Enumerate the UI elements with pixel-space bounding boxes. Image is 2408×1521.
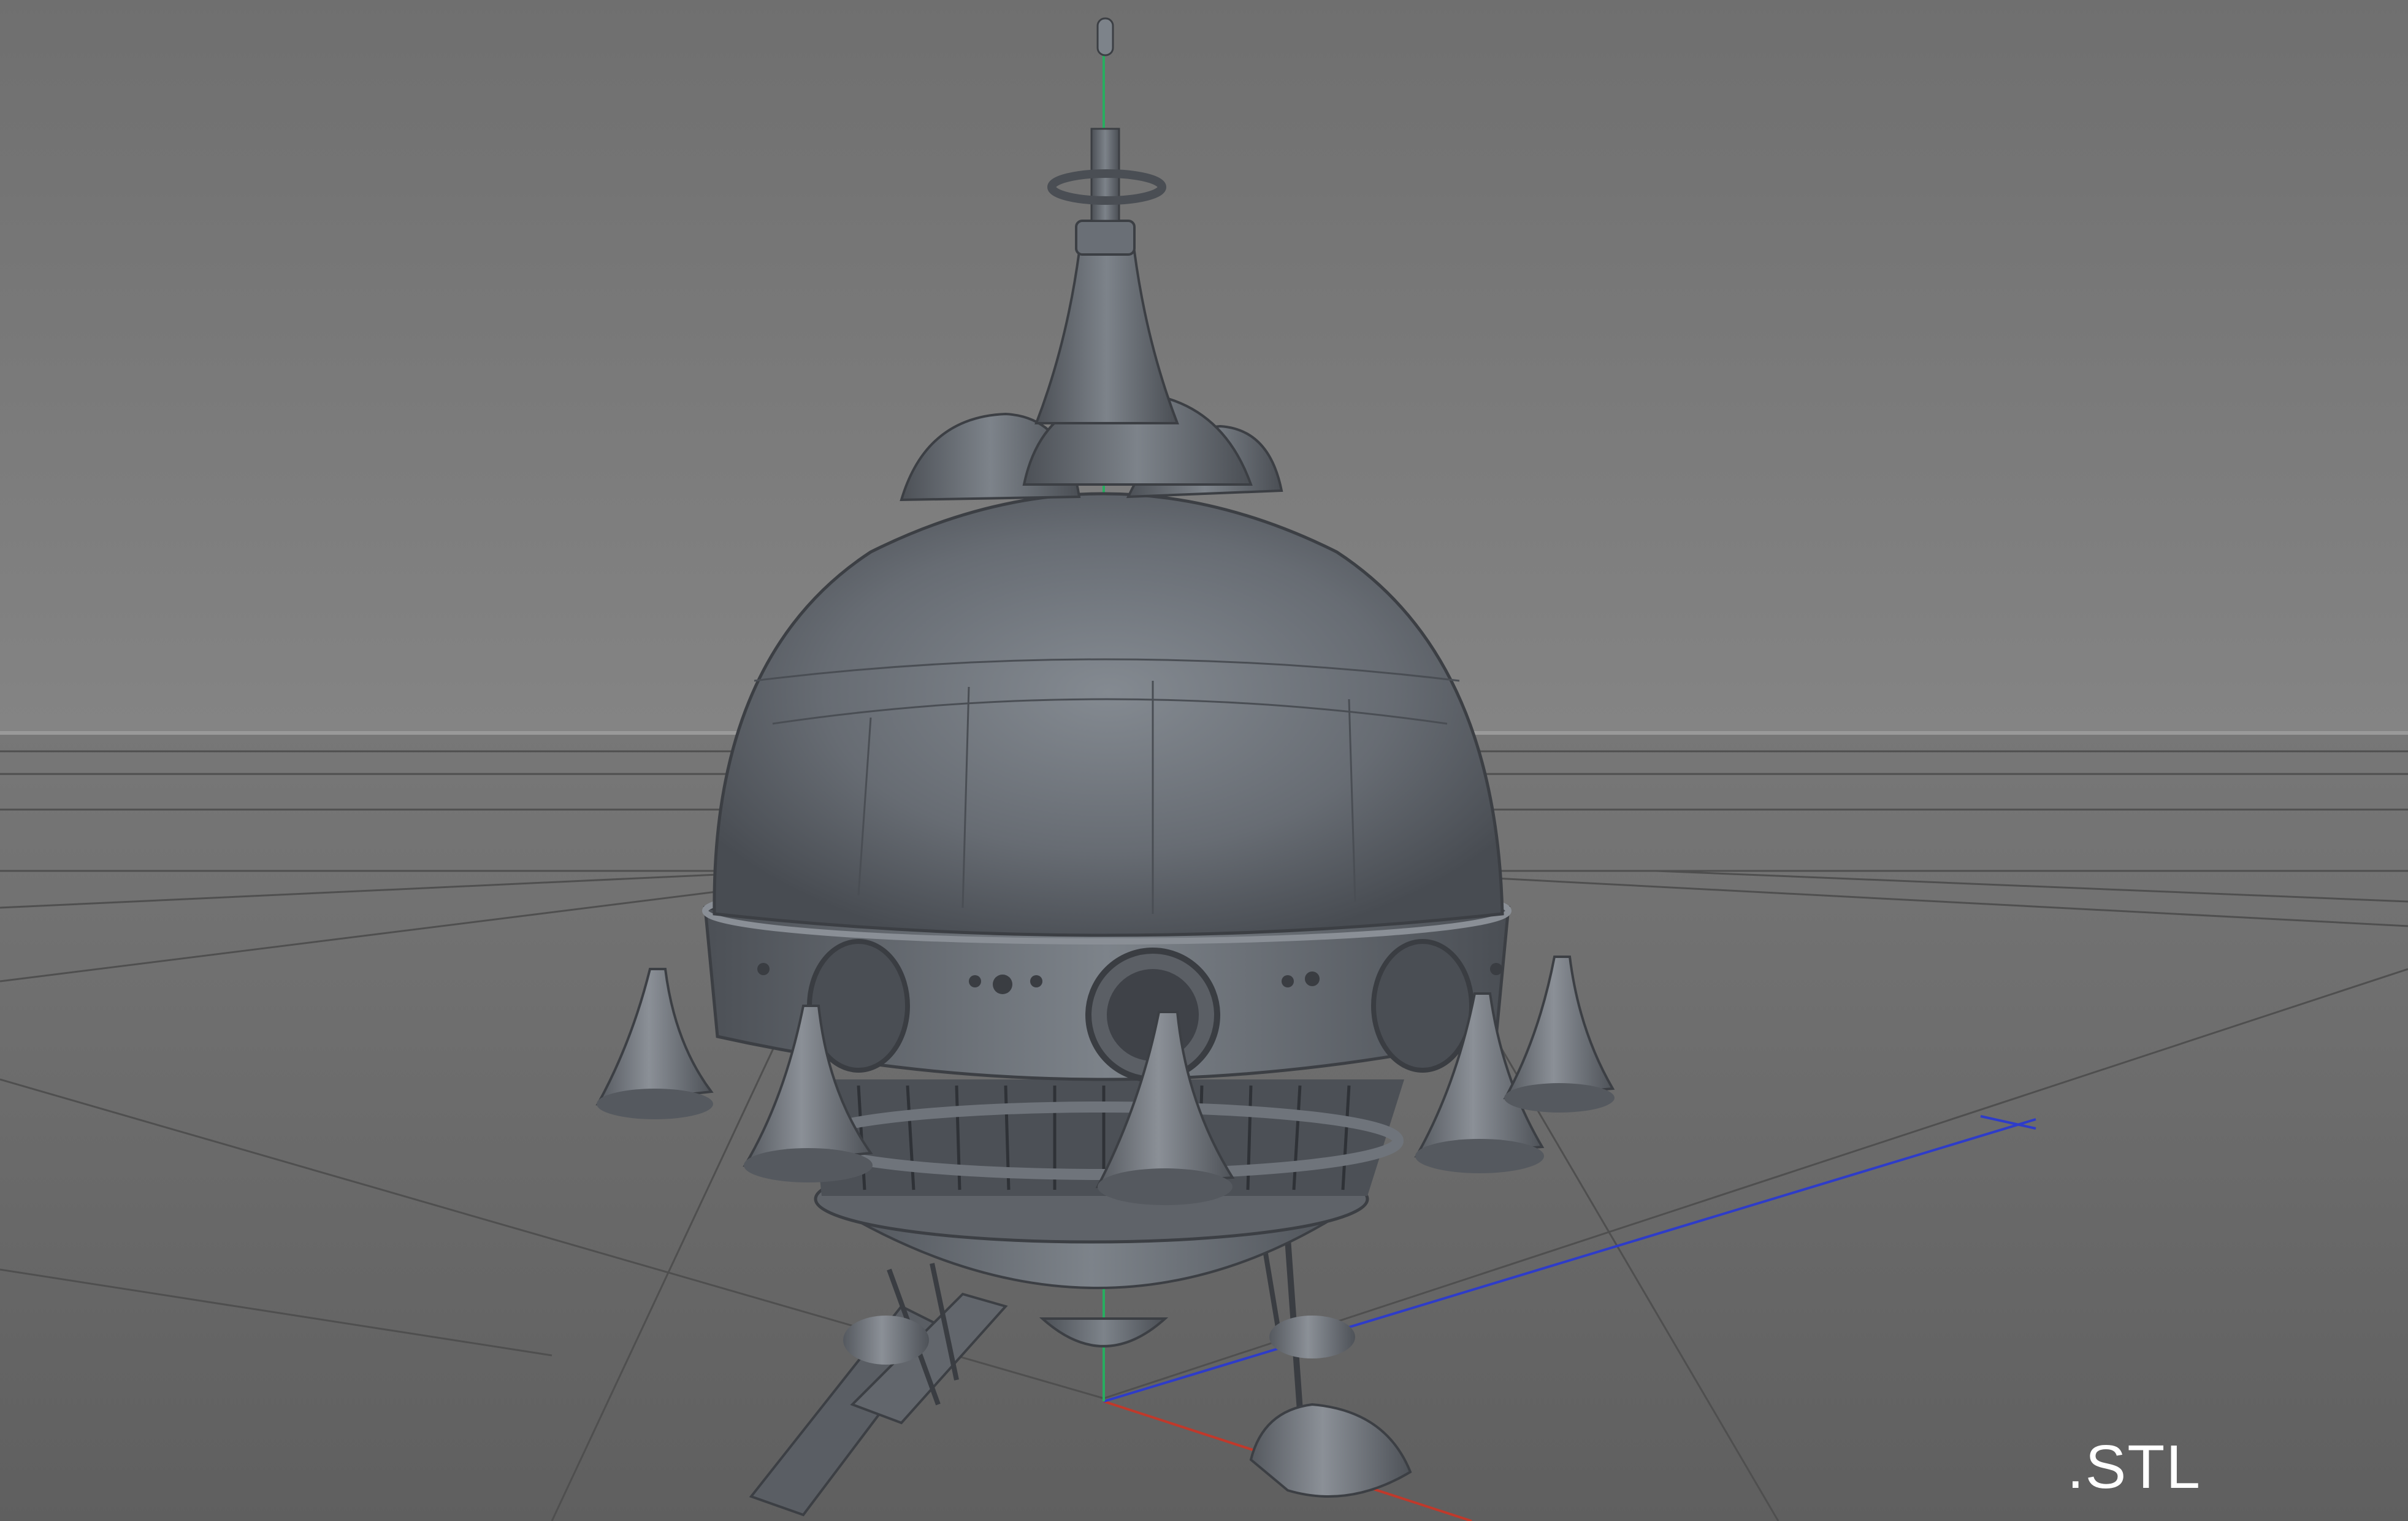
spire-collar — [1075, 220, 1136, 256]
porthole-right — [1371, 939, 1474, 1073]
landing-leg-left — [843, 1316, 929, 1365]
spire-tip — [1096, 17, 1114, 56]
3d-viewport[interactable]: .STL — [0, 0, 2408, 1521]
file-format-label: .STL — [2066, 1433, 2201, 1501]
viewport-canvas[interactable] — [0, 0, 2408, 1521]
